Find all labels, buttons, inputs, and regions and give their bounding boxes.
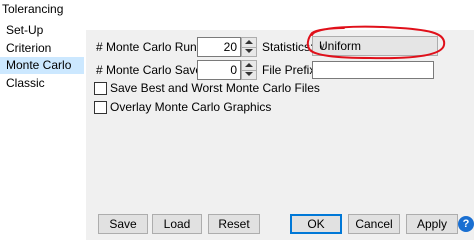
nav-item-label: Classic: [6, 76, 45, 90]
cancel-button[interactable]: Cancel: [348, 214, 400, 234]
ok-button[interactable]: OK: [290, 214, 342, 234]
load-button[interactable]: Load: [152, 214, 202, 234]
tolerancing-nav: Set-Up Criterion Monte Carlo Classic: [0, 18, 84, 240]
arrow-up-icon: [245, 63, 253, 67]
nav-item-label: Monte Carlo: [6, 58, 72, 72]
arrow-down-icon: [245, 72, 253, 76]
nav-item-label: Set-Up: [6, 23, 44, 37]
monte-carlo-save-input[interactable]: 0: [197, 60, 241, 80]
statistics-select[interactable]: Uniform ∨: [312, 36, 438, 56]
apply-button[interactable]: Apply: [406, 214, 458, 234]
window-title-bar: Tolerancing: [0, 0, 474, 18]
overlay-graphics-checkbox[interactable]: [94, 101, 107, 114]
file-prefix-input[interactable]: [312, 61, 434, 79]
monte-carlo-save-spinner[interactable]: [241, 60, 257, 80]
save-best-worst-checkbox[interactable]: [94, 82, 107, 95]
arrow-down-icon: [245, 49, 253, 53]
reset-button[interactable]: Reset: [208, 214, 260, 234]
window-title: Tolerancing: [2, 2, 64, 16]
statistics-label: Statistics:: [262, 40, 314, 54]
nav-item-classic[interactable]: Classic: [0, 75, 84, 92]
nav-item-set-up[interactable]: Set-Up: [0, 22, 84, 39]
arrow-up-icon: [245, 40, 253, 44]
nav-item-monte-carlo[interactable]: Monte Carlo: [0, 57, 84, 74]
chevron-down-icon: ∨: [319, 41, 326, 51]
monte-carlo-runs-label: # Monte Carlo Runs:: [96, 40, 207, 54]
help-icon[interactable]: ?: [458, 216, 474, 232]
monte-carlo-runs-spinner[interactable]: [241, 37, 257, 57]
file-prefix-label: File Prefix:: [262, 63, 319, 77]
spin-down-button[interactable]: [242, 47, 256, 56]
nav-item-criterion[interactable]: Criterion: [0, 40, 84, 57]
spin-down-button[interactable]: [242, 70, 256, 79]
overlay-graphics-label: Overlay Monte Carlo Graphics: [110, 100, 272, 114]
nav-item-label: Criterion: [6, 41, 52, 55]
monte-carlo-runs-input[interactable]: 20: [197, 37, 241, 57]
save-button[interactable]: Save: [98, 214, 148, 234]
monte-carlo-panel: # Monte Carlo Runs: 20 Statistics: Unifo…: [86, 30, 474, 240]
save-best-worst-label: Save Best and Worst Monte Carlo Files: [110, 81, 320, 95]
monte-carlo-save-label: # Monte Carlo Save:: [96, 63, 206, 77]
